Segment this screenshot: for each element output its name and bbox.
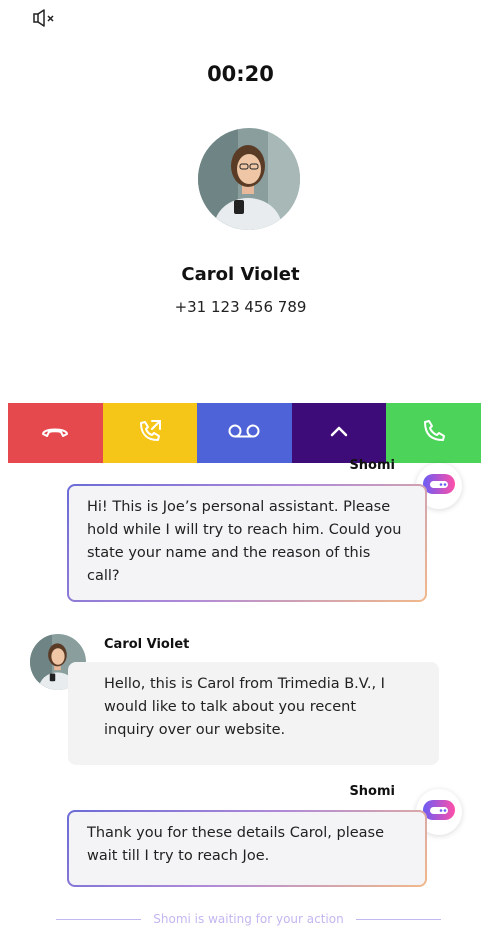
chevron-up-icon xyxy=(329,424,349,442)
chat-bot-icon xyxy=(422,798,456,827)
voicemail-icon xyxy=(227,423,261,444)
hang-up-button[interactable] xyxy=(8,403,103,463)
message-text: Hi! This is Joe’s personal assistant. Pl… xyxy=(69,486,425,600)
chat-bot-icon xyxy=(422,472,456,501)
bot-message-bubble: Thank you for these details Carol, pleas… xyxy=(67,810,427,887)
divider xyxy=(56,918,142,920)
call-actions-bar xyxy=(8,403,481,463)
message-sender: Shomi xyxy=(349,458,395,473)
speaker-muted-icon[interactable] xyxy=(32,8,60,28)
forward-call-button[interactable] xyxy=(102,403,198,463)
bot-message-bubble: Hi! This is Joe’s personal assistant. Pl… xyxy=(67,484,427,602)
call-timer: 00:20 xyxy=(207,62,274,86)
expand-button[interactable] xyxy=(291,403,387,463)
status-text: Shomi is waiting for your action xyxy=(153,912,344,926)
caller-avatar xyxy=(198,128,300,230)
chat-status: Shomi is waiting for your action xyxy=(56,912,441,926)
hang-up-phone-icon xyxy=(40,423,70,444)
answer-button[interactable] xyxy=(386,403,481,463)
phone-forward-icon xyxy=(136,417,164,450)
message-sender: Shomi xyxy=(349,784,395,799)
user-message-bubble: Hello, this is Carol from Trimedia B.V.,… xyxy=(68,662,439,765)
message-sender: Carol Violet xyxy=(104,637,190,652)
voicemail-button[interactable] xyxy=(197,403,292,463)
divider xyxy=(355,918,441,920)
message-text: Thank you for these details Carol, pleas… xyxy=(69,812,425,885)
caller-name: Carol Violet xyxy=(181,264,300,285)
phone-icon xyxy=(420,417,448,450)
caller-number: +31 123 456 789 xyxy=(174,298,307,316)
